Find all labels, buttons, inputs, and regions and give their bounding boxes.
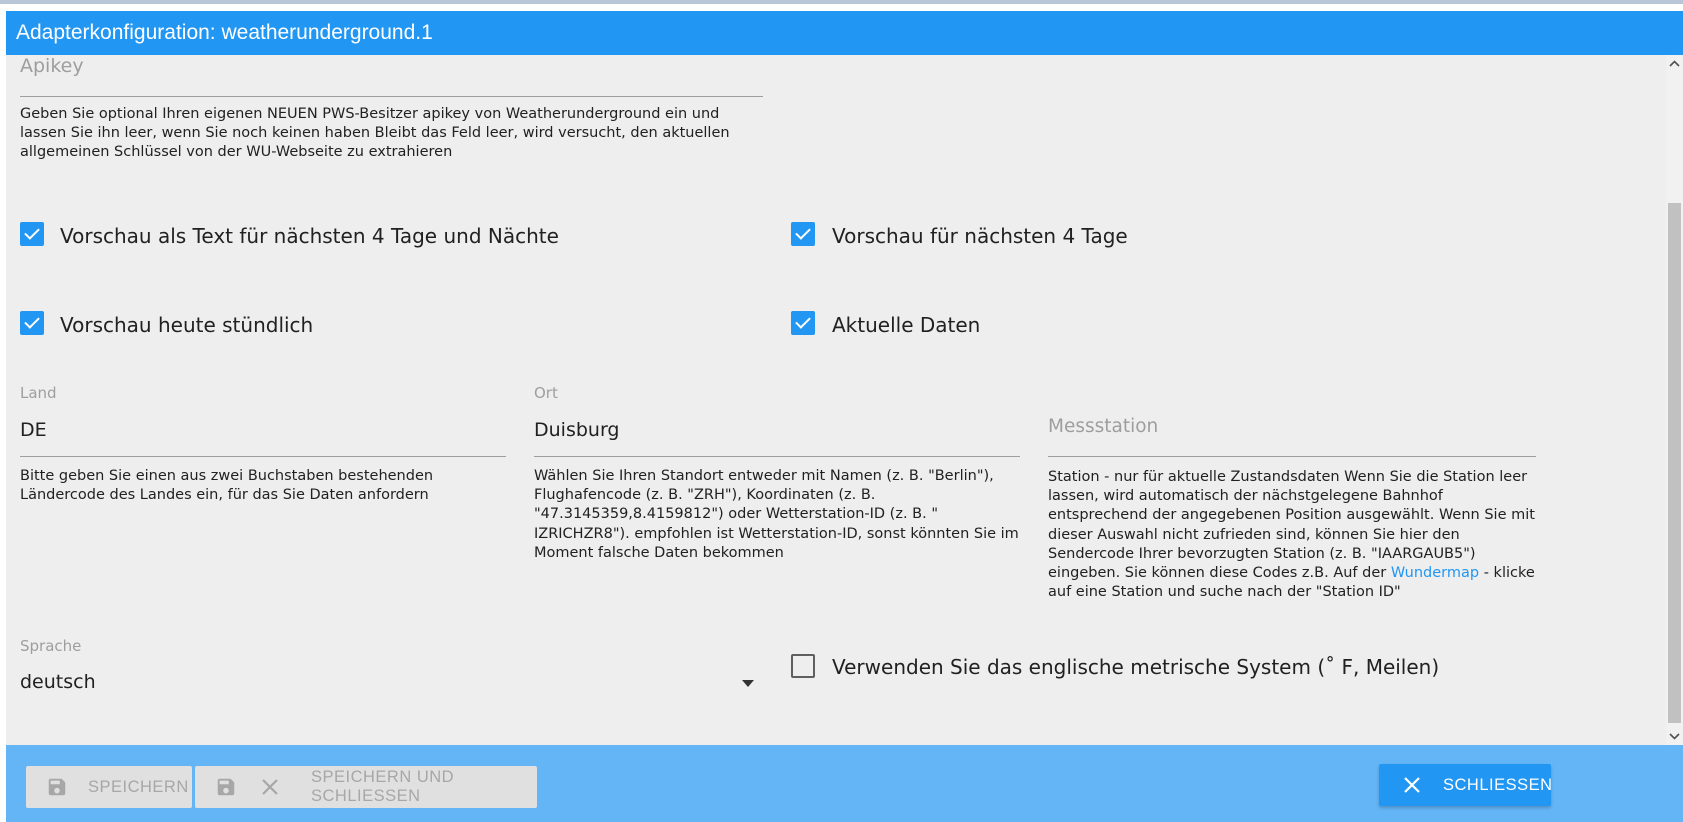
save-icon (215, 776, 237, 798)
land-label: Land (20, 384, 57, 402)
forecast-text-checkbox[interactable] (20, 222, 44, 246)
close-button-label: SCHLIESSEN (1443, 775, 1553, 794)
imperial-checkbox[interactable] (791, 654, 815, 678)
ort-label: Ort (534, 384, 558, 402)
chevron-up-icon[interactable] (1666, 55, 1683, 72)
settings-panel: Apikey Geben Sie optional Ihren eigenen … (6, 55, 1683, 745)
apikey-input[interactable] (20, 55, 763, 97)
current-data-label[interactable]: Aktuelle Daten (832, 313, 980, 337)
land-helper-text: Bitte geben Sie einen aus zwei Buchstabe… (20, 468, 434, 504)
imperial-label[interactable]: Verwenden Sie das englische metrische Sy… (832, 655, 1439, 679)
forecast-text-label[interactable]: Vorschau als Text für nächsten 4 Tage un… (60, 224, 559, 248)
ort-input[interactable]: Duisburg (534, 419, 1020, 441)
vertical-scrollbar[interactable] (1666, 55, 1683, 745)
close-icon (261, 778, 279, 796)
station-underline (1048, 456, 1536, 457)
ort-helper-text: Wählen Sie Ihren Standort entweder mit N… (534, 468, 1019, 561)
scrollbar-thumb[interactable] (1668, 203, 1681, 723)
current-data-checkbox[interactable] (791, 311, 815, 335)
sprache-select[interactable]: deutsch (20, 671, 763, 697)
save-button[interactable]: SPEICHERN (26, 766, 192, 808)
save-icon (46, 776, 68, 798)
station-helper-text: Station - nur für aktuelle Zustandsdaten… (1048, 468, 1540, 602)
dialog-title-bar: Adapterkonfiguration: weatherunderground… (6, 11, 1683, 55)
forecast-hourly-label[interactable]: Vorschau heute stündlich (60, 313, 313, 337)
apikey-helper-text: Geben Sie optional Ihren eigenen NEUEN P… (20, 106, 730, 161)
land-input[interactable]: DE (20, 419, 506, 441)
land-underline (20, 456, 506, 457)
close-icon (1403, 776, 1421, 794)
forecast-hourly-checkbox[interactable] (20, 311, 44, 335)
dialog-footer: SPEICHERN SPEICHERN UND SCHLIESSEN SCHLI… (6, 745, 1683, 822)
chevron-down-icon[interactable] (1666, 728, 1683, 745)
save-button-label: SPEICHERN (88, 777, 189, 796)
station-input[interactable] (1048, 410, 1536, 456)
forecast-days-checkbox[interactable] (791, 222, 815, 246)
dialog-title: Adapterkonfiguration: weatherunderground… (16, 21, 433, 44)
save-and-close-button[interactable]: SPEICHERN UND SCHLIESSEN (195, 766, 537, 808)
save-and-close-button-label: SPEICHERN UND SCHLIESSEN (311, 768, 455, 805)
forecast-days-label[interactable]: Vorschau für nächsten 4 Tage (832, 224, 1128, 248)
close-button[interactable]: SCHLIESSEN (1379, 764, 1553, 806)
apikey-underline (20, 96, 763, 97)
dropdown-arrow-icon[interactable] (742, 680, 754, 687)
ort-underline (534, 456, 1020, 457)
sprache-label: Sprache (20, 637, 82, 655)
window-top-border (0, 0, 1683, 4)
wundermap-link[interactable]: Wundermap (1391, 565, 1479, 581)
